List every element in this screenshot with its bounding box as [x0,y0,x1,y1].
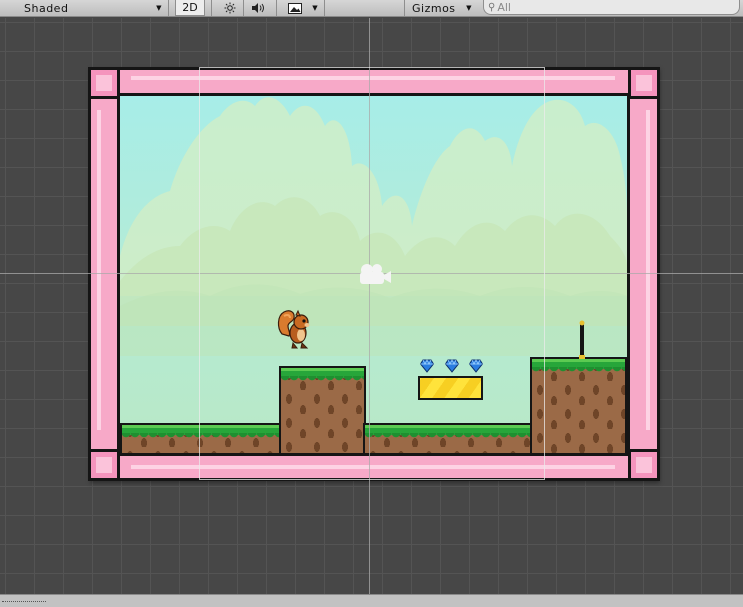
toolbar-divider [243,0,244,16]
toolbar-divider [211,0,212,16]
2d-mode-label: 2D [182,1,198,14]
triangle-down-icon: ▼ [312,4,318,12]
frame-corner [628,449,660,481]
status-bar [0,594,743,607]
audio-toggle-button[interactable] [248,0,270,16]
gizmos-label: Gizmos [412,1,456,15]
frame-corner [88,67,120,99]
camera-icon[interactable] [354,262,392,286]
toolbar-divider [404,0,405,16]
search-placeholder: All [497,0,511,14]
status-indicator [2,601,46,606]
search-icon: ⚲ [488,1,496,13]
triangle-down-icon: ▼ [156,4,162,12]
scene-view[interactable] [0,18,743,594]
toolbar-divider [276,0,277,16]
sun-icon [224,2,236,14]
effects-toggle-button[interactable] [284,0,306,16]
scene-toolbar: Shaded ▼ 2D ▼ Gizmos ▼ ⚲ All [0,0,743,17]
shading-mode-dropdown[interactable]: Shaded ▼ [8,0,166,16]
gizmos-dropdown[interactable]: Gizmos ▼ [406,0,476,16]
2d-mode-button[interactable]: 2D [175,0,205,16]
image-icon [288,2,302,14]
lighting-toggle-button[interactable] [219,0,241,16]
frame-corner [628,67,660,99]
speaker-icon [252,3,264,13]
triangle-down-icon: ▼ [466,4,472,12]
shading-mode-label: Shaded [24,1,69,15]
frame-highlight [646,110,650,430]
toolbar-divider [324,0,325,16]
toolbar-divider [168,0,169,16]
frame-highlight [97,110,101,430]
search-field[interactable]: ⚲ All [483,0,740,15]
frame-corner [88,449,120,481]
effects-dropdown-button[interactable]: ▼ [308,0,322,16]
goal-pole[interactable] [578,320,586,360]
